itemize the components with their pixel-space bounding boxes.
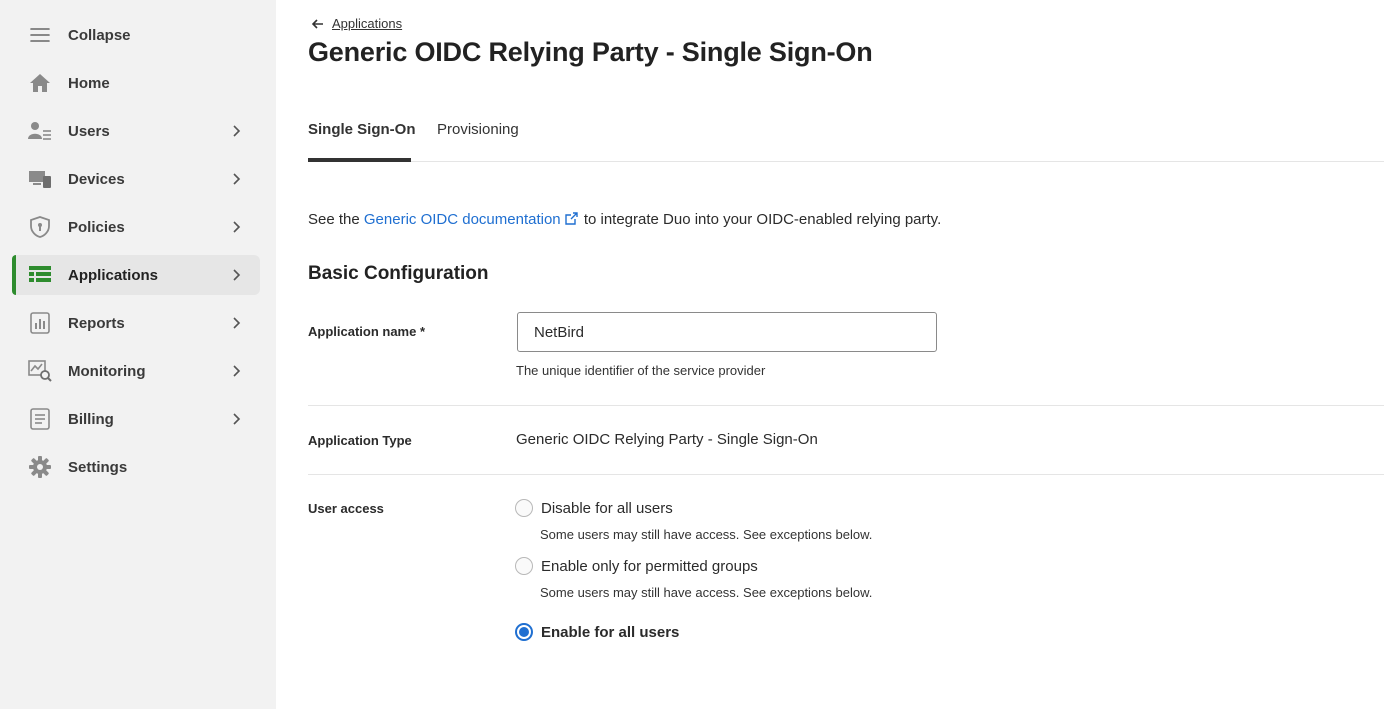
intro-text: See the Generic OIDC documentation to in… (308, 211, 941, 228)
disable-all-users-label[interactable]: Disable for all users (541, 500, 673, 517)
tab-provisioning[interactable]: Provisioning (437, 121, 519, 138)
enable-all-users-label[interactable]: Enable for all users (541, 624, 679, 641)
enable-all-users-radio[interactable] (515, 623, 533, 641)
sidebar-item-policies[interactable]: Policies (12, 207, 260, 247)
chevron-right-icon (233, 173, 241, 185)
users-icon (28, 120, 52, 142)
sidebar: Collapse Home Users Devices Policies App… (0, 0, 276, 709)
reports-icon (28, 312, 52, 334)
sidebar-item-users[interactable]: Users (12, 111, 260, 151)
divider (308, 405, 1384, 406)
home-icon (28, 72, 52, 94)
collapse-button[interactable]: Collapse (12, 15, 260, 55)
collapse-label: Collapse (68, 26, 131, 44)
intro-prefix: See the (308, 211, 364, 228)
page-title: Generic OIDC Relying Party - Single Sign… (308, 37, 873, 67)
gear-icon (28, 456, 52, 478)
arrow-left-icon[interactable] (312, 18, 324, 30)
back-to-applications-link[interactable]: Applications (332, 16, 402, 31)
user-access-label: User access (308, 501, 384, 516)
application-name-help: The unique identifier of the service pro… (516, 363, 766, 378)
external-link-icon[interactable] (564, 212, 578, 225)
sidebar-item-label: Reports (68, 314, 125, 332)
applications-icon (28, 264, 52, 286)
permitted-groups-label[interactable]: Enable only for permitted groups (541, 558, 758, 575)
application-name-label: Application name * (308, 324, 426, 339)
chevron-right-icon (233, 413, 241, 425)
chevron-right-icon (233, 221, 241, 233)
sidebar-item-settings[interactable]: Settings (12, 447, 260, 487)
sidebar-item-billing[interactable]: Billing (12, 399, 260, 439)
chevron-right-icon (233, 269, 241, 281)
sidebar-item-label: Policies (68, 218, 125, 236)
sidebar-item-label: Monitoring (68, 362, 146, 380)
sidebar-item-reports[interactable]: Reports (12, 303, 260, 343)
monitoring-icon (28, 360, 52, 382)
sidebar-item-label: Billing (68, 410, 114, 428)
hamburger-icon (28, 24, 52, 46)
tab-single-sign-on[interactable]: Single Sign-On (308, 121, 416, 138)
tab-bar: Single Sign-On Provisioning (308, 118, 1384, 162)
application-name-input[interactable] (517, 312, 937, 352)
documentation-link[interactable]: Generic OIDC documentation (364, 211, 561, 228)
divider (308, 474, 1384, 475)
devices-icon (28, 168, 52, 190)
intro-suffix: to integrate Duo into your OIDC-enabled … (579, 211, 942, 228)
sidebar-item-label: Applications (68, 266, 159, 284)
application-type-value: Generic OIDC Relying Party - Single Sign… (516, 431, 818, 448)
disable-all-users-radio[interactable] (515, 499, 533, 517)
sidebar-item-devices[interactable]: Devices (12, 159, 260, 199)
sidebar-item-label: Users (68, 122, 110, 140)
billing-icon (28, 408, 52, 430)
shield-icon (28, 216, 52, 238)
permitted-groups-radio[interactable] (515, 557, 533, 575)
sidebar-item-home[interactable]: Home (12, 63, 260, 103)
chevron-right-icon (233, 125, 241, 137)
application-type-label: Application Type (308, 433, 412, 448)
chevron-right-icon (233, 365, 241, 377)
breadcrumb: Applications (312, 16, 402, 31)
disable-all-users-help: Some users may still have access. See ex… (540, 527, 873, 542)
active-tab-indicator (308, 158, 411, 162)
chevron-right-icon (233, 317, 241, 329)
sidebar-item-label: Home (68, 74, 110, 92)
sidebar-item-label: Devices (68, 170, 125, 188)
section-title: Basic Configuration (308, 263, 489, 284)
permitted-groups-help: Some users may still have access. See ex… (540, 585, 873, 600)
sidebar-item-monitoring[interactable]: Monitoring (12, 351, 260, 391)
sidebar-item-label: Settings (68, 458, 128, 476)
sidebar-item-applications[interactable]: Applications (12, 255, 260, 295)
